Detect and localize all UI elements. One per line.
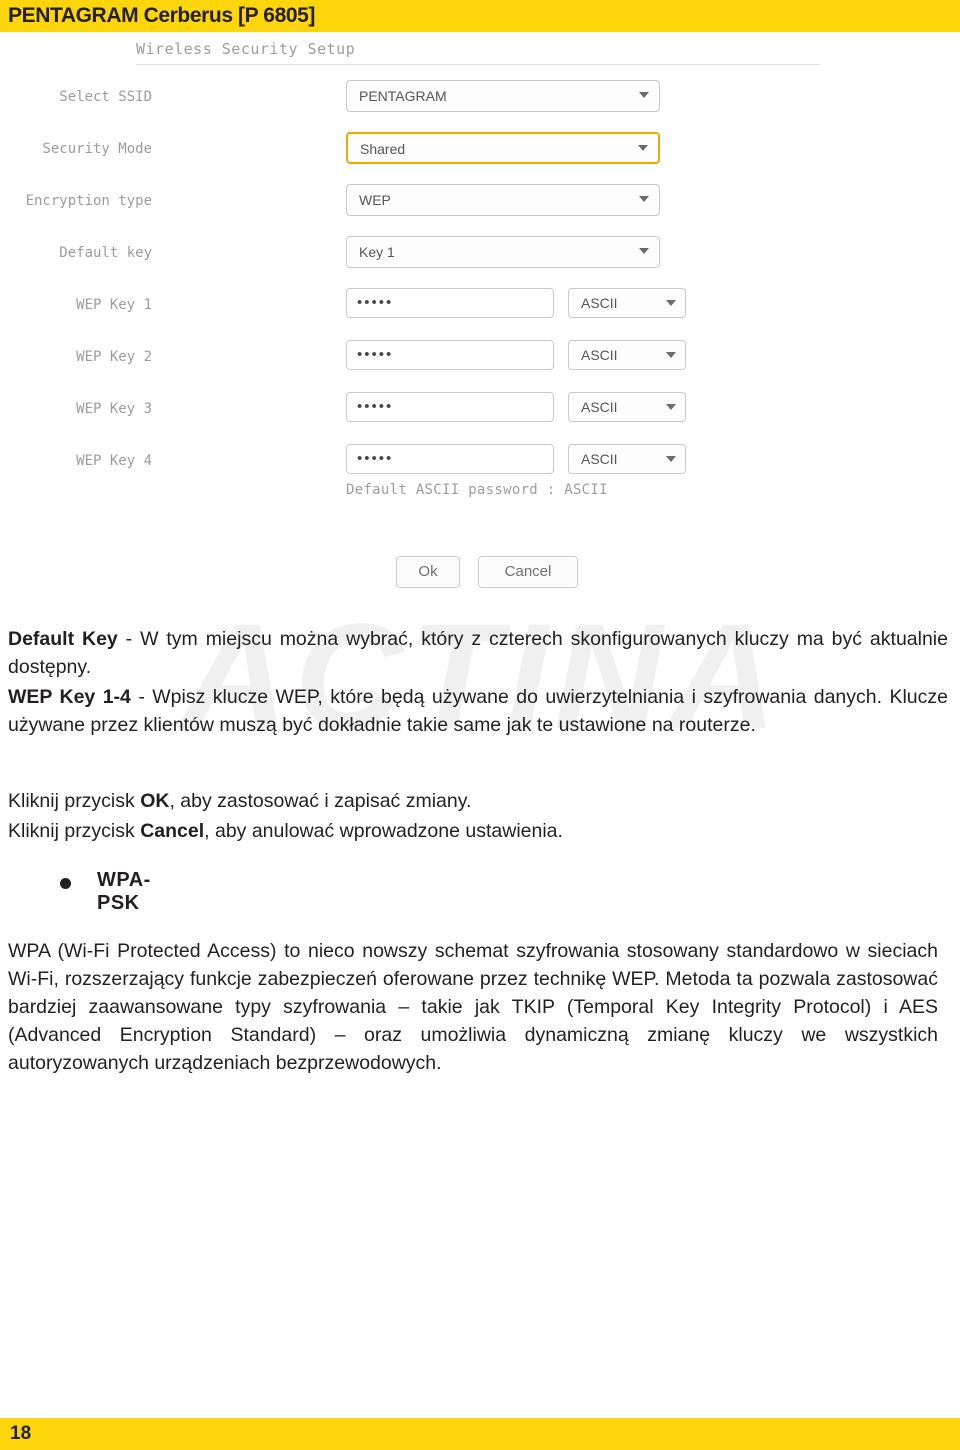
wep-key-3-encoding-value: ASCII (581, 399, 618, 415)
security-mode-dropdown[interactable]: Shared (346, 132, 660, 164)
select-ssid-value: PENTAGRAM (359, 88, 447, 104)
chevron-down-icon (639, 248, 649, 254)
page-number: 18 (10, 1423, 32, 1444)
term-wep-key-range: WEP Key 1-4 (8, 686, 131, 708)
wep-key-2-encoding-value: ASCII (581, 347, 618, 363)
label-wep-key-4: WEP Key 4 (76, 453, 152, 469)
encryption-type-dropdown[interactable]: WEP (346, 184, 660, 216)
bullet-dot-icon (60, 878, 71, 889)
form-row-security-mode: Security Mode Shared (0, 132, 760, 166)
cancel-button[interactable]: Cancel (478, 556, 578, 588)
chevron-down-icon (638, 145, 648, 151)
wep-key-1-encoding-dropdown[interactable]: ASCII (568, 288, 686, 318)
default-ascii-password-note: Default ASCII password : ASCII (346, 482, 608, 498)
wep-key-4-value: ••••• (357, 450, 394, 467)
form-row-select-ssid: Select SSID PENTAGRAM (0, 80, 760, 114)
page-header-bar: PENTAGRAM Cerberus [P 6805] (0, 0, 960, 32)
chevron-down-icon (639, 92, 649, 98)
paragraph-wpa-description: WPA (Wi-Fi Protected Access) to nieco no… (8, 940, 938, 1074)
paragraph-ok-instruction: Kliknij przycisk OK, aby zastosować i za… (8, 787, 952, 815)
term-ok: OK (140, 790, 170, 812)
form-row-default-key: Default key Key 1 (0, 236, 760, 270)
wep-key-4-input[interactable]: ••••• (346, 444, 554, 474)
form-row-wep-key-3: WEP Key 3 ••••• ASCII (0, 392, 760, 426)
chevron-down-icon (666, 300, 676, 306)
page-footer-bar: 18 (0, 1418, 960, 1450)
paragraph-default-key: Default Key - W tym miejscu można wybrać… (8, 625, 948, 681)
router-ui-screenshot: Wireless Security Setup Select SSID PENT… (0, 32, 960, 612)
ok-instruction-suffix: , aby zastosować i zapisać zmiany. (169, 790, 472, 812)
wep-key-1-input[interactable]: ••••• (346, 288, 554, 318)
paragraph-default-key-text: - W tym miejscu można wybrać, który z cz… (8, 628, 948, 678)
wep-key-2-value: ••••• (357, 346, 394, 363)
form-row-wep-key-4: WEP Key 4 ••••• ASCII (0, 444, 760, 478)
chevron-down-icon (666, 456, 676, 462)
wep-key-2-encoding-dropdown[interactable]: ASCII (568, 340, 686, 370)
label-encryption-type: Encryption type (25, 193, 152, 209)
security-mode-value: Shared (360, 141, 406, 157)
wep-key-4-encoding-value: ASCII (581, 451, 618, 467)
document-title: PENTAGRAM Cerberus [P 6805] (8, 4, 316, 27)
paragraph-cancel-instruction: Kliknij przycisk Cancel, aby anulować wp… (8, 817, 952, 845)
ok-instruction-prefix: Kliknij przycisk (8, 790, 141, 812)
wep-key-2-input[interactable]: ••••• (346, 340, 554, 370)
paragraph-wep-keys: WEP Key 1-4 - Wpisz klucze WEP, które bę… (8, 683, 948, 739)
wep-key-3-input[interactable]: ••••• (346, 392, 554, 422)
label-wep-key-1: WEP Key 1 (76, 297, 152, 313)
encryption-type-value: WEP (359, 192, 391, 208)
wep-key-4-encoding-dropdown[interactable]: ASCII (568, 444, 686, 474)
default-key-dropdown[interactable]: Key 1 (346, 236, 660, 268)
wep-key-1-value: ••••• (357, 294, 394, 311)
title-divider (136, 64, 820, 65)
term-default-key: Default Key (8, 628, 118, 650)
cancel-instruction-prefix: Kliknij przycisk (8, 820, 141, 842)
label-select-ssid: Select SSID (59, 89, 152, 105)
label-security-mode: Security Mode (42, 141, 152, 157)
form-row-wep-key-1: WEP Key 1 ••••• ASCII (0, 288, 760, 322)
chevron-down-icon (666, 352, 676, 358)
wireless-security-setup-title: Wireless Security Setup (136, 40, 356, 58)
wep-key-1-encoding-value: ASCII (581, 295, 618, 311)
label-wep-key-2: WEP Key 2 (76, 349, 152, 365)
ok-button[interactable]: Ok (396, 556, 460, 588)
label-wep-key-3: WEP Key 3 (76, 401, 152, 417)
chevron-down-icon (666, 404, 676, 410)
label-default-key: Default key (59, 245, 152, 261)
wep-key-3-value: ••••• (357, 398, 394, 415)
bullet-wpa-psk-label: WPA-PSK (97, 869, 151, 914)
form-row-encryption-type: Encryption type WEP (0, 184, 760, 218)
form-row-wep-key-2: WEP Key 2 ••••• ASCII (0, 340, 760, 374)
select-ssid-dropdown[interactable]: PENTAGRAM (346, 80, 660, 112)
term-cancel: Cancel (140, 820, 205, 842)
paragraph-wep-keys-text: - Wpisz klucze WEP, które będą używane d… (8, 686, 948, 736)
cancel-instruction-suffix: , aby anulować wprowadzone ustawienia. (204, 820, 563, 842)
wep-key-3-encoding-dropdown[interactable]: ASCII (568, 392, 686, 422)
chevron-down-icon (639, 196, 649, 202)
default-key-value: Key 1 (359, 244, 395, 260)
